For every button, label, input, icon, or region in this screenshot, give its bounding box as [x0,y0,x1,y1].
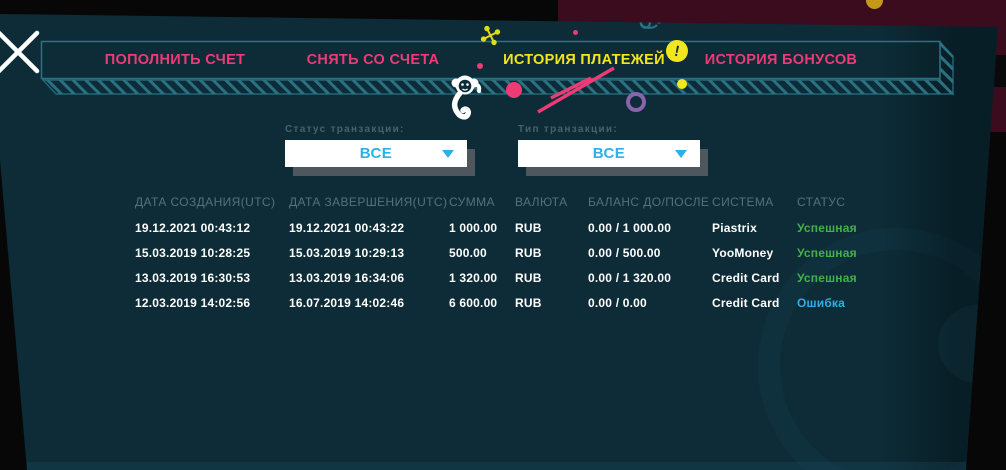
nav-tabs: ПОПОЛНИТЬ СЧЕТ СНЯТЬ СО СЧЕТА ИСТОРИЯ ПЛАТ… [42,42,941,78]
monkey-doodle-icon [451,75,482,120]
cell-currency: RUB [515,245,542,260]
cell-amount: 500.00 [449,245,487,260]
cell-created: 19.12.2021 00:43:12 [135,220,251,235]
cell-created: 15.03.2019 10:28:25 [135,245,251,260]
yellow-dot [677,79,687,89]
table-row: 19.12.2021 00:43:12 19.12.2021 00:43:22 1 … [135,215,880,240]
close-icon[interactable] [0,28,42,76]
cell-currency: RUB [515,270,542,285]
column-header: СУММА [449,195,495,209]
cell-finished: 19.12.2021 00:43:22 [289,220,405,235]
filter-status: Статус транзакции: ВСЕ [285,124,467,167]
pink-dot-tiny [573,30,578,35]
pink-dot-big [506,82,522,98]
column-header: ВАЛЮТА [515,195,568,209]
tab-withdraw[interactable]: СНЯТЬ СО СЧЕТА [307,42,440,78]
purple-ring-icon [626,92,646,112]
filter-type: Тип транзакции: ВСЕ [518,124,700,167]
tab-deposit[interactable]: ПОПОЛНИТЬ СЧЕТ [105,42,245,78]
table-row: 12.03.2019 14:02:56 16.07.2019 14:02:46 6 … [135,290,880,315]
status-select[interactable]: ВСЕ [285,140,467,167]
badge-text: ! [672,42,682,60]
cell-finished: 16.07.2019 14:02:46 [289,295,405,310]
table-row: 15.03.2019 10:28:25 15.03.2019 10:29:13 50… [135,240,880,265]
cell-status: Ошибка [797,295,846,310]
status-select-value: ВСЕ [359,145,393,162]
chevron-down-icon [442,150,454,158]
modal-panel: ПОПОЛНИТЬ СЧЕТ СНЯТЬ СО СЧЕТА ИСТОРИЯ ПЛАТ… [0,14,998,470]
chevron-down-icon [675,150,687,158]
column-header: СТАТУС [797,195,846,209]
cell-system: Credit Card [712,270,780,285]
cell-currency: RUB [515,295,542,310]
cell-system: Piastrix [712,220,757,235]
cell-balance: 0.00 / 0.00 [588,295,647,310]
cell-amount: 6 600.00 [449,295,498,310]
column-header: ДАТА ЗАВЕРШЕНИЯ(UTC) [289,195,448,209]
cell-finished: 15.03.2019 10:29:13 [289,245,405,260]
cell-finished: 13.03.2019 16:34:06 [289,270,405,285]
cell-status: Успешная [797,220,857,235]
column-header: БАЛАНС ДО/ПОСЛЕ [588,195,710,209]
table-row: 13.03.2019 16:30:53 13.03.2019 16:34:06 1 … [135,265,880,290]
cell-balance: 0.00 / 1 000.00 [588,220,672,235]
type-select[interactable]: ВСЕ [518,140,700,167]
payment-history-screen: ПОПОЛНИТЬ СЧЕТ СНЯТЬ СО СЧЕТА ИСТОРИЯ ПЛАТ… [0,0,1006,470]
background-bottom-strip [22,462,966,470]
tab-bonus-history[interactable]: ИСТОРИЯ БОНУСОВ [705,42,857,78]
cell-balance: 0.00 / 500.00 [588,245,661,260]
cell-amount: 1 000.00 [449,220,498,235]
table-header-row: ДАТА СОЗДАНИЯ(UTC) ДАТА ЗАВЕРШЕНИЯ(UTC) СУ… [135,189,880,215]
cell-balance: 0.00 / 1 320.00 [588,270,672,285]
cell-currency: RUB [515,220,542,235]
cell-system: YooMoney [712,245,774,260]
cell-status: Успешная [797,270,857,285]
cell-status: Успешная [797,245,857,260]
column-header: СИСТЕМА [712,195,774,209]
transactions-table: ДАТА СОЗДАНИЯ(UTC) ДАТА ЗАВЕРШЕНИЯ(UTC) СУ… [135,189,880,315]
column-header: ДАТА СОЗДАНИЯ(UTC) [135,195,276,209]
cell-created: 12.03.2019 14:02:56 [135,295,251,310]
type-select-value: ВСЕ [592,145,626,162]
pink-dot-small [477,63,483,69]
cell-system: Credit Card [712,295,780,310]
table-body: 19.12.2021 00:43:12 19.12.2021 00:43:22 1 … [135,215,880,315]
filter-status-label: Статус транзакции: [285,124,405,135]
cell-amount: 1 320.00 [449,270,498,285]
pink-lines [537,66,615,114]
cell-created: 13.03.2019 16:30:53 [135,270,251,285]
filter-type-label: Тип транзакции: [518,124,618,135]
